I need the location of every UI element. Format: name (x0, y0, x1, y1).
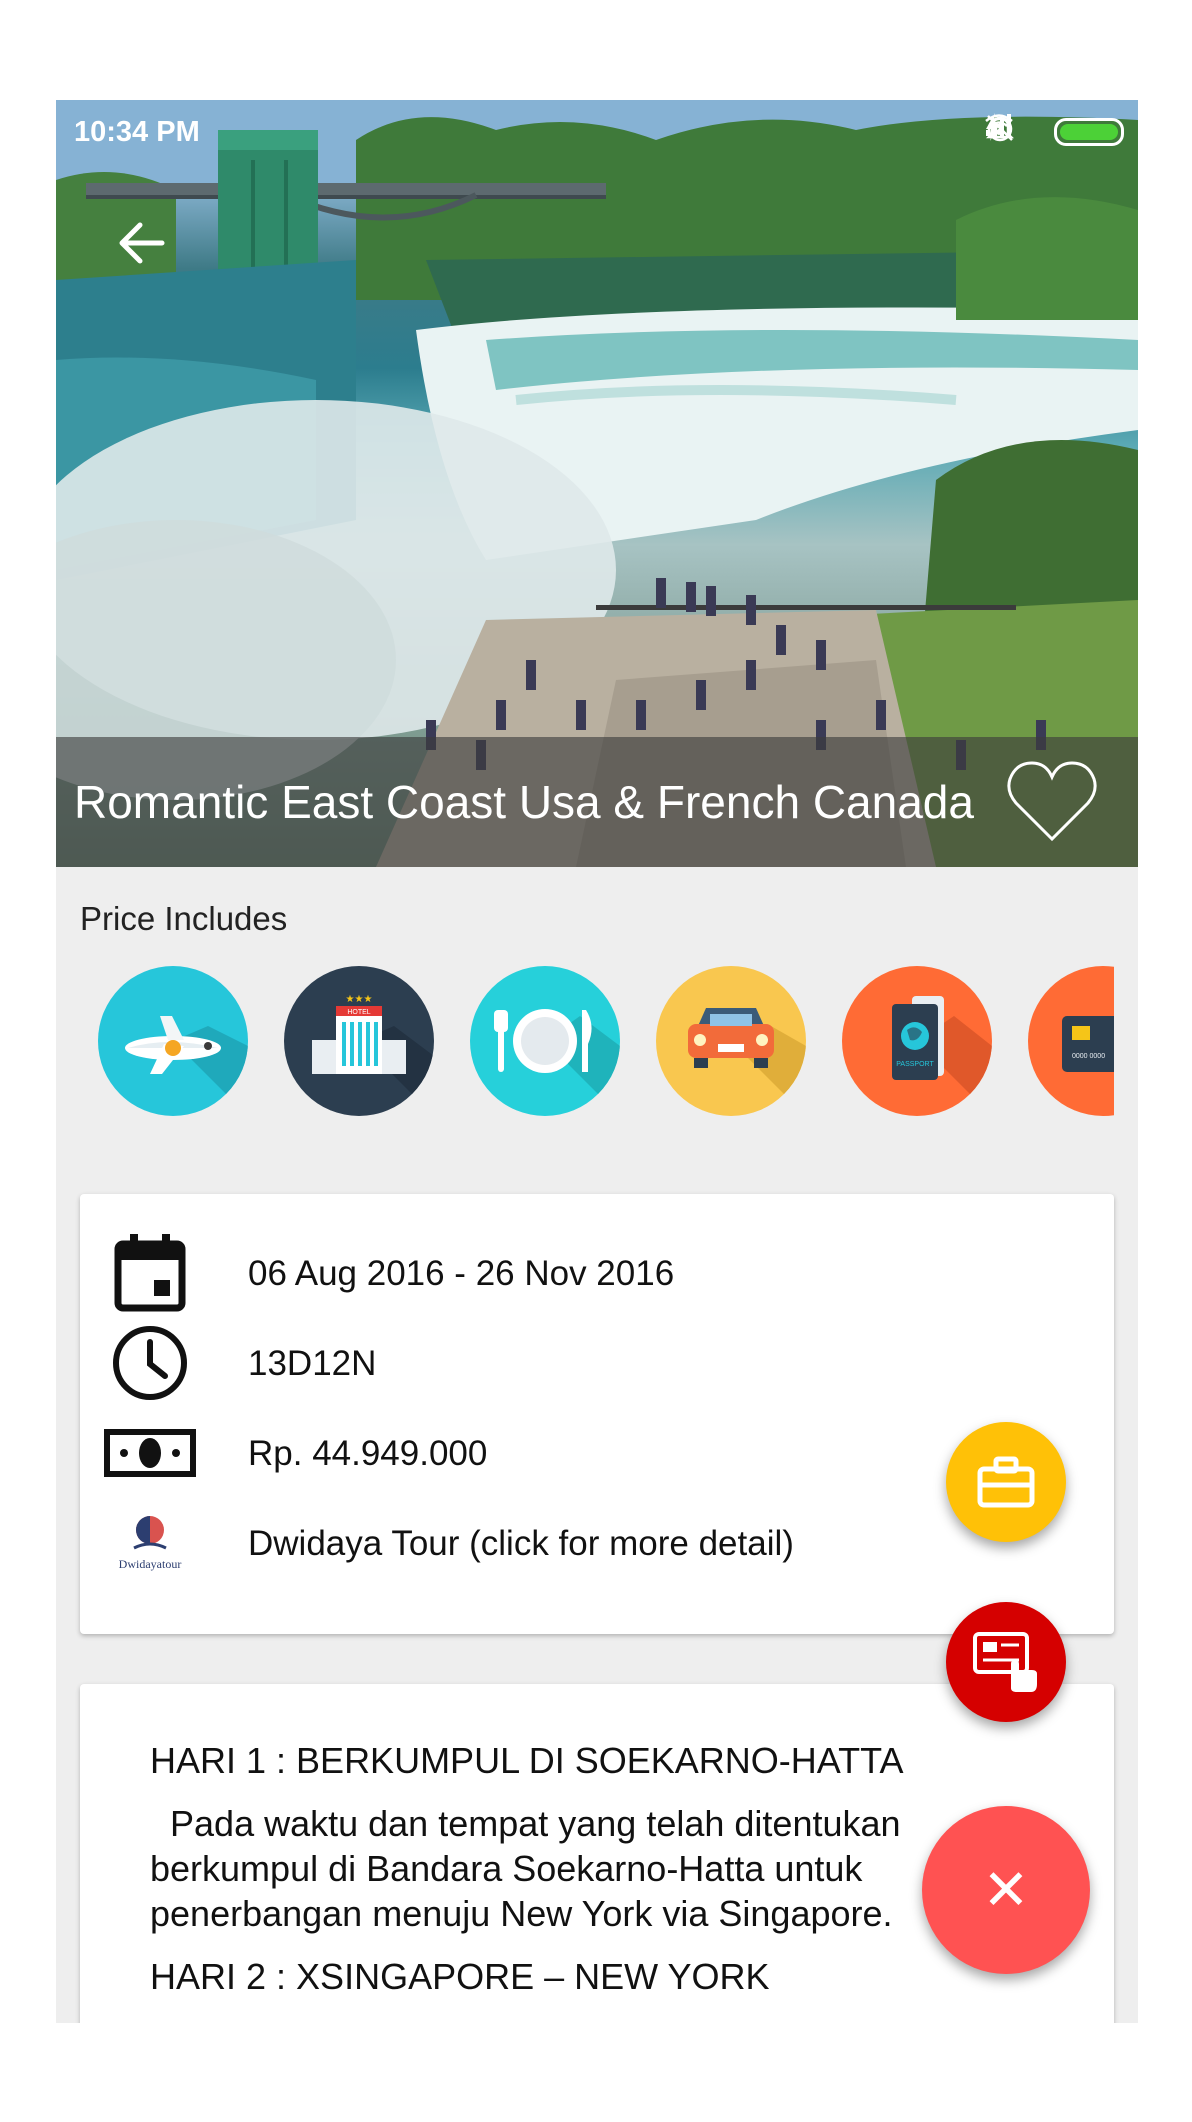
briefcase-icon (977, 1456, 1035, 1508)
back-button[interactable] (114, 215, 170, 271)
price-includes-list[interactable]: HOTEL ★★★ PASSPORT 0000 0000 (56, 966, 1114, 1118)
date-range-text: 06 Aug 2016 - 26 Nov 2016 (248, 1254, 675, 1293)
credit-card-icon: 0000 0000 (1062, 1016, 1114, 1072)
price-includes-label: Price Includes (80, 900, 288, 937)
arrow-back-icon (119, 222, 165, 264)
card-include-item[interactable]: 0000 0000 (1028, 966, 1114, 1116)
heart-icon (1007, 761, 1097, 842)
passport-label: PASSPORT (896, 1061, 934, 1068)
car-icon (688, 1008, 806, 1116)
plate-cutlery-icon (494, 1009, 620, 1116)
hotel-include-item[interactable]: HOTEL ★★★ (284, 966, 434, 1116)
transport-include-item[interactable] (656, 966, 806, 1116)
duration-text: 13D12N (248, 1344, 377, 1383)
passport-icon: PASSPORT (892, 996, 992, 1116)
card-payment-icon (973, 1632, 1037, 1692)
favorite-button[interactable] (1006, 759, 1098, 845)
day2-title: HARI 2 : XSINGAPORE – NEW YORK (150, 1956, 770, 1997)
money-icon (104, 1408, 196, 1498)
close-fab-button[interactable]: ✕ (922, 1806, 1090, 1974)
close-icon: ✕ (982, 1858, 1030, 1921)
app-screen: 10:34 PM Romantic East Coast Usa & Frenc… (56, 100, 1138, 2023)
hero-image: 10:34 PM Romantic East Coast Usa & Frenc… (56, 100, 1138, 867)
status-time: 10:34 PM (74, 116, 200, 148)
battery-icon (1054, 118, 1124, 146)
operator-link[interactable]: Dwidaya Tour (click for more detail) (248, 1524, 794, 1564)
package-info-card: 06 Aug 2016 - 26 Nov 2016 13D12N Rp. 44.… (80, 1194, 1114, 1634)
itinerary-text: HARI 1 : BERKUMPUL DI SOEKARNO-HATTA Pad… (150, 1738, 1044, 2017)
price-text: Rp. 44.949.000 (248, 1434, 488, 1473)
svg-text:★★★: ★★★ (346, 994, 373, 1005)
status-bar: 10:34 PM (56, 100, 1138, 164)
booking-fab-button[interactable] (946, 1422, 1066, 1542)
operator-logo-text: Dwidayatour (119, 1557, 182, 1571)
package-title: Romantic East Coast Usa & French Canada (74, 776, 974, 828)
passport-include-item[interactable]: PASSPORT (842, 966, 992, 1116)
day1-description: Pada waktu dan tempat yang telah ditentu… (150, 1803, 911, 1934)
day1-title: HARI 1 : BERKUMPUL DI SOEKARNO-HATTA (150, 1740, 904, 1781)
payment-fab-button[interactable] (946, 1602, 1066, 1722)
meals-include-item[interactable] (470, 966, 620, 1116)
hero-title-bar: Romantic East Coast Usa & French Canada (56, 737, 1138, 867)
duration-row: 13D12N (80, 1318, 1114, 1408)
date-range-row: 06 Aug 2016 - 26 Nov 2016 (80, 1228, 1114, 1318)
airplane-icon (125, 1016, 248, 1116)
dwidaya-logo-icon: Dwidayatour (104, 1498, 196, 1588)
calendar-icon (104, 1228, 196, 1318)
card-number-text: 0000 0000 (1072, 1053, 1105, 1060)
hotel-sign-text: HOTEL (347, 1009, 370, 1016)
flight-include-item[interactable] (98, 966, 248, 1116)
status-icons (984, 112, 1124, 152)
clock-icon (104, 1318, 196, 1408)
hotel-icon: HOTEL ★★★ (312, 994, 434, 1116)
